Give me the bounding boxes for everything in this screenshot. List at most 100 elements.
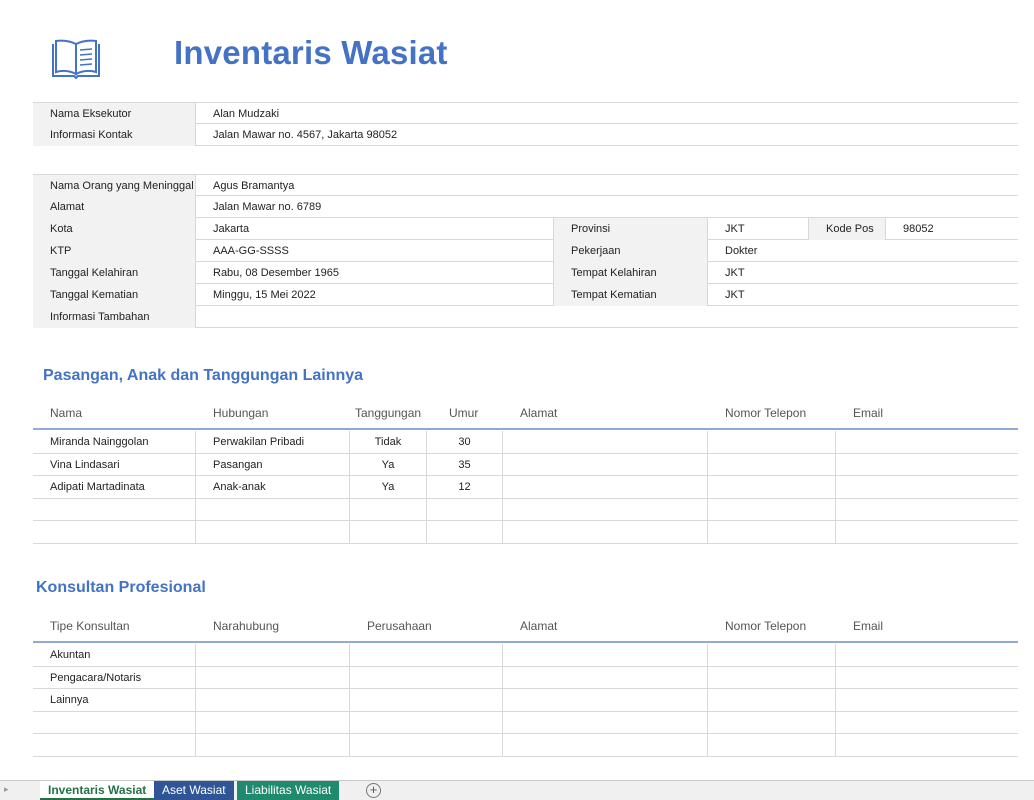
extra-info-value[interactable] [196,306,1018,328]
table-cell[interactable]: Pengacara/Notaris [33,666,196,689]
table-cell[interactable] [708,644,836,667]
consultants-section-title: Konsultan Profesional [36,579,206,596]
deceased-name-value[interactable]: Agus Bramantya [196,175,1018,197]
table-cell[interactable] [503,666,708,689]
table-cell[interactable] [33,521,196,544]
deceased-id-row: KTP AAA-GG-SSSS Pekerjaan Dokter [33,240,1018,262]
table-row: Lainnya [33,689,1018,712]
table-cell[interactable] [836,521,1018,544]
table-cell[interactable] [196,711,350,734]
table-cell[interactable] [350,711,503,734]
table-cell[interactable] [836,644,1018,667]
deceased-address-label: Alamat [33,196,196,218]
table-cell[interactable] [350,498,427,521]
table-cell[interactable] [196,734,350,757]
table-cell[interactable] [350,734,503,757]
table-cell[interactable]: Adipati Martadinata [33,476,196,499]
table-cell[interactable]: Lainnya [33,689,196,712]
deceased-birth-row: Tanggal Kelahiran Rabu, 08 Desember 1965… [33,262,1018,284]
table-cell[interactable] [708,689,836,712]
postal-code-label: Kode Pos [809,218,886,240]
table-cell[interactable] [196,498,350,521]
table-cell[interactable] [196,666,350,689]
table-cell[interactable] [836,689,1018,712]
table-cell[interactable]: Ya [350,476,427,499]
executor-name-value[interactable]: Alan Mudzaki [196,103,1018,125]
table-cell[interactable] [503,498,708,521]
death-place-value[interactable]: JKT [708,284,1018,306]
table-cell[interactable] [836,499,1018,522]
table-cell[interactable] [503,644,708,667]
table-cell[interactable] [350,644,503,667]
table-cell[interactable]: Akuntan [33,644,196,667]
table-cell[interactable] [196,644,350,667]
table-cell[interactable]: Vina Lindasari [33,453,196,476]
dependents-header: Nama Hubungan Tanggungan Umur Alamat Nom… [33,398,1018,430]
province-value[interactable]: JKT [708,218,809,240]
table-cell[interactable]: 12 [427,476,503,499]
table-cell[interactable] [503,734,708,757]
table-cell[interactable] [708,453,836,476]
tab-aset-wasiat[interactable]: Aset Wasiat [154,781,234,800]
table-cell[interactable] [836,476,1018,499]
table-cell[interactable] [836,431,1018,454]
table-cell[interactable] [708,431,836,454]
deceased-name-label: Nama Orang yang Meninggal [33,175,196,197]
tab-liabilitas-wasiat[interactable]: Liabilitas Wasiat [237,781,340,800]
table-cell[interactable] [350,521,427,544]
birth-place-label: Tempat Kelahiran [554,262,708,284]
table-cell[interactable] [503,521,708,544]
table-cell[interactable] [350,689,503,712]
table-cell[interactable] [836,667,1018,690]
table-cell[interactable]: Tidak [350,431,427,454]
job-label: Pekerjaan [554,240,708,262]
table-cell[interactable] [33,498,196,521]
table-cell[interactable] [427,521,503,544]
table-cell[interactable] [33,711,196,734]
table-cell[interactable] [503,431,708,454]
book-icon [52,39,100,80]
table-cell[interactable]: Anak-anak [196,476,350,499]
table-cell[interactable] [503,689,708,712]
birth-place-value[interactable]: JKT [708,262,1018,284]
table-cell[interactable] [708,666,836,689]
worksheet: Inventaris Wasiat Nama Eksekutor Alan Mu… [0,0,1034,780]
table-cell[interactable] [503,453,708,476]
table-cell[interactable]: 30 [427,431,503,454]
tab-scroll-left-icon[interactable]: ▸ [4,784,9,795]
table-row [33,734,1018,757]
table-cell[interactable] [708,521,836,544]
table-cell[interactable] [708,498,836,521]
table-cell[interactable] [503,476,708,499]
tab-inventaris-wasiat[interactable]: Inventaris Wasiat [40,781,155,800]
table-cell[interactable] [836,712,1018,735]
province-label: Provinsi [554,218,708,240]
id-value[interactable]: AAA-GG-SSSS [196,240,554,262]
table-cell[interactable] [836,734,1018,757]
table-cell[interactable]: 35 [427,453,503,476]
death-date-value[interactable]: Minggu, 15 Mei 2022 [196,284,554,306]
table-cell[interactable] [708,711,836,734]
city-value[interactable]: Jakarta [196,218,554,240]
table-cell[interactable] [33,734,196,757]
table-cell[interactable] [427,498,503,521]
executor-contact-value[interactable]: Jalan Mawar no. 4567, Jakarta 98052 [196,124,1018,146]
deceased-address-value[interactable]: Jalan Mawar no. 6789 [196,196,1018,218]
table-cell[interactable]: Perwakilan Pribadi [196,431,350,454]
postal-code-value[interactable]: 98052 [886,218,1018,240]
table-cell[interactable] [196,521,350,544]
table-cell[interactable] [708,734,836,757]
add-sheet-icon[interactable]: + [366,783,381,798]
table-cell[interactable]: Miranda Nainggolan [33,431,196,454]
table-cell[interactable] [196,689,350,712]
table-cell[interactable] [836,454,1018,477]
job-value[interactable]: Dokter [708,240,1018,262]
col-header-phone: Nomor Telepon [725,619,807,633]
table-cell[interactable]: Pasangan [196,453,350,476]
table-cell[interactable] [503,711,708,734]
birth-date-value[interactable]: Rabu, 08 Desember 1965 [196,262,554,284]
table-cell[interactable] [350,666,503,689]
table-cell[interactable] [708,476,836,499]
death-date-label: Tanggal Kematian [33,284,196,306]
table-cell[interactable]: Ya [350,453,427,476]
